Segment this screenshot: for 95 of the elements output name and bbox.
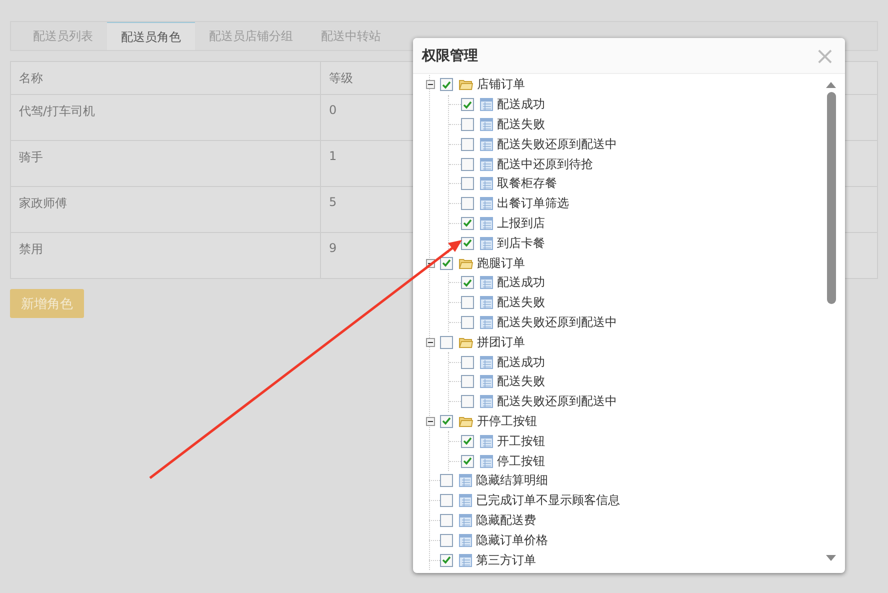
checkbox[interactable] — [440, 474, 453, 488]
dialog-title: 权限管理 — [422, 46, 478, 64]
tab[interactable]: 配送员角色 — [107, 22, 195, 50]
table-cell-text: 5 — [328, 194, 338, 211]
column-header: 名称 — [11, 62, 321, 94]
permission-label: 店铺订单 — [477, 76, 525, 94]
checkbox[interactable] — [461, 395, 474, 408]
permission-label: 配送失败还原到配送中 — [497, 136, 617, 153]
checkbox[interactable] — [461, 236, 474, 250]
tab[interactable]: 配送员列表 — [19, 22, 107, 50]
column-header: 等级 — [328, 70, 354, 87]
table-cell: 禁用 — [11, 233, 321, 278]
table-cell: 家政师傅 — [11, 187, 321, 232]
checkbox[interactable] — [461, 434, 474, 448]
document-icon — [480, 454, 493, 468]
permission-label: 配送失败还原到配送中 — [497, 393, 617, 410]
checkbox[interactable] — [461, 158, 474, 171]
permission-label: 配送成功 — [497, 96, 545, 114]
document-icon — [480, 138, 493, 151]
document-icon — [480, 276, 493, 290]
document-icon — [480, 118, 493, 131]
folder-icon — [459, 416, 473, 427]
document-icon — [480, 197, 493, 210]
permission-label: 隐藏结算明细 — [476, 472, 548, 490]
permission-label: 配送失败 — [497, 116, 545, 133]
checkbox[interactable] — [440, 336, 453, 349]
table-cell: 骑手 — [11, 141, 321, 186]
table-cell-text: 1 — [328, 148, 338, 165]
add-role-button[interactable]: 新增角色 — [10, 289, 84, 318]
document-icon — [459, 494, 472, 508]
permission-label: 停工按钮 — [497, 452, 545, 470]
collapse-icon[interactable] — [426, 338, 435, 347]
checkbox[interactable] — [461, 138, 474, 151]
checkbox[interactable] — [461, 118, 474, 131]
checkbox[interactable] — [440, 554, 453, 567]
permission-label: 配送成功 — [497, 274, 545, 292]
permission-label: 出餐订单筛选 — [497, 195, 569, 212]
checkbox[interactable] — [440, 514, 453, 527]
permission-label: 配送失败 — [497, 373, 545, 390]
checkbox[interactable] — [461, 356, 474, 369]
folder-icon — [459, 336, 473, 348]
checkbox[interactable] — [440, 494, 453, 508]
collapse-icon[interactable] — [426, 80, 435, 90]
checkbox[interactable] — [461, 216, 474, 230]
permission-label: 配送中还原到待抢 — [497, 156, 593, 173]
table-cell-text: 0 — [328, 102, 338, 119]
document-icon — [480, 356, 493, 369]
document-icon — [480, 296, 493, 310]
permission-label: 配送失败还原到配送中 — [497, 314, 617, 331]
checkbox[interactable] — [461, 375, 474, 388]
permission-label: 跑腿订单 — [477, 254, 525, 272]
permission-label: 取餐柜存餐 — [497, 175, 557, 192]
permission-label: 开停工按钮 — [477, 412, 537, 430]
collapse-icon[interactable] — [426, 416, 435, 426]
document-icon — [480, 395, 493, 408]
checkbox[interactable] — [461, 296, 474, 310]
checkbox[interactable] — [440, 256, 453, 270]
tab[interactable]: 配送中转站 — [307, 22, 395, 50]
permission-label: 隐藏订单价格 — [476, 532, 548, 549]
folder-icon — [459, 79, 473, 90]
permission-label: 到店卡餐 — [497, 234, 545, 252]
document-icon — [459, 554, 472, 567]
checkbox[interactable] — [461, 316, 474, 329]
permission-label: 开工按钮 — [497, 432, 545, 450]
document-icon — [480, 216, 493, 230]
checkbox[interactable] — [461, 276, 474, 290]
checkbox[interactable] — [461, 98, 474, 112]
checkbox[interactable] — [440, 78, 453, 92]
document-icon — [480, 375, 493, 388]
document-icon — [480, 158, 493, 171]
document-icon — [480, 177, 493, 190]
permission-label: 配送成功 — [497, 354, 545, 371]
table-cell-text: 9 — [328, 240, 338, 257]
folder-icon — [459, 258, 473, 269]
table-cell: 代驾/打车司机 — [11, 95, 321, 140]
document-icon — [480, 316, 493, 329]
checkbox[interactable] — [440, 414, 453, 428]
permission-label: 第三方订单 — [476, 552, 536, 569]
document-icon — [459, 534, 472, 547]
document-icon — [459, 514, 472, 527]
permission-label: 拼团订单 — [477, 334, 525, 351]
permission-label: 上报到店 — [497, 214, 545, 232]
checkbox[interactable] — [461, 177, 474, 190]
checkbox[interactable] — [461, 197, 474, 210]
checkbox[interactable] — [461, 454, 474, 468]
close-button[interactable]: × — [810, 44, 839, 68]
permission-label: 隐藏配送费 — [476, 512, 536, 529]
document-icon — [480, 236, 493, 250]
document-icon — [480, 98, 493, 112]
document-icon — [459, 474, 472, 488]
permission-label: 已完成订单不显示顾客信息 — [476, 492, 620, 510]
document-icon — [480, 434, 493, 448]
tab[interactable]: 配送员店铺分组 — [195, 22, 307, 50]
checkbox[interactable] — [440, 534, 453, 547]
permission-label: 配送失败 — [497, 294, 545, 312]
